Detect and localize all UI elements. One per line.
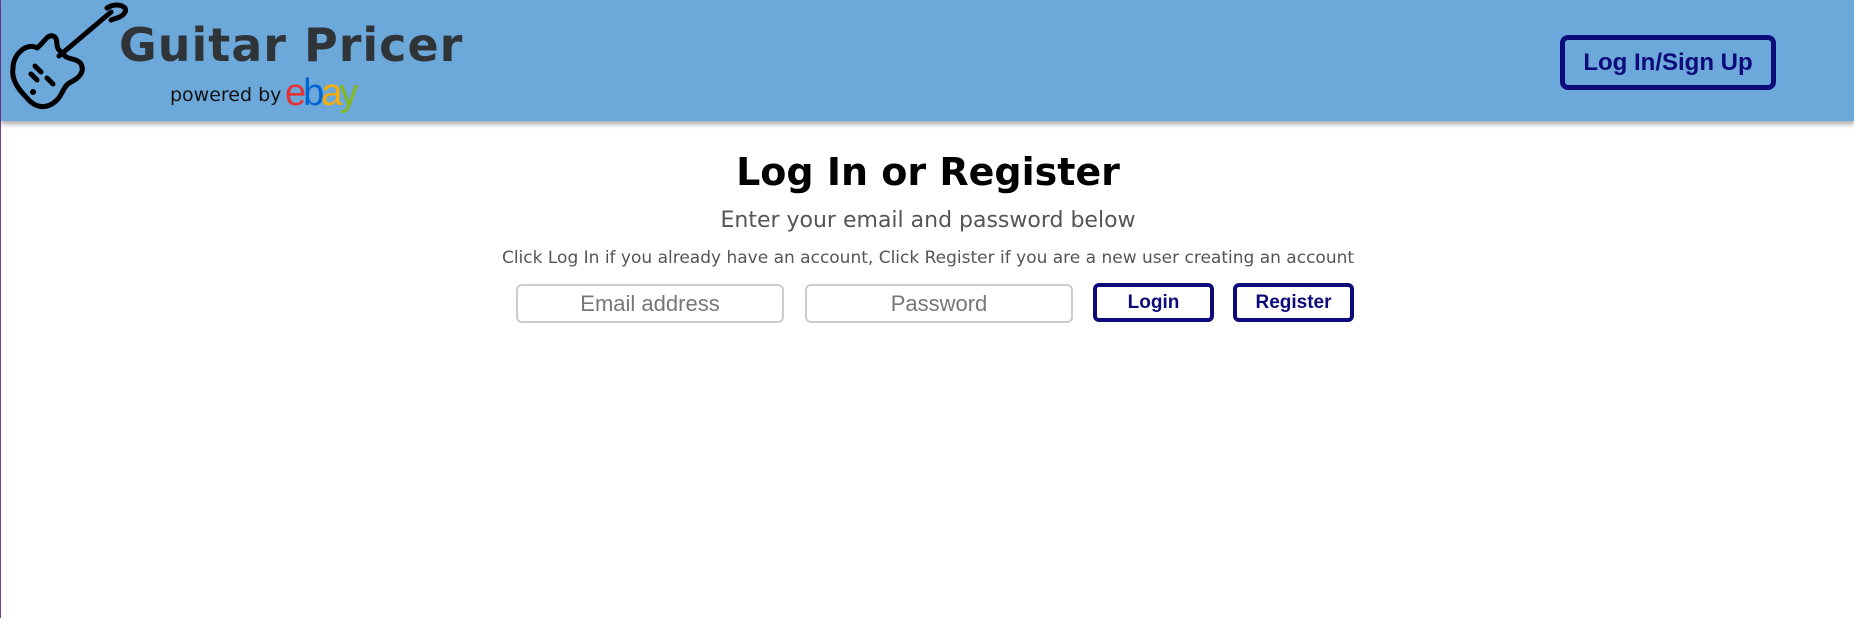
email-field[interactable] — [516, 284, 784, 323]
password-field[interactable] — [805, 284, 1073, 323]
register-button[interactable]: Register — [1233, 283, 1354, 322]
ebay-logo-e: e — [285, 72, 306, 114]
ebay-logo-a: a — [321, 72, 342, 114]
powered-by-label: powered by — [170, 84, 282, 106]
page-title: Log In or Register — [736, 150, 1120, 194]
brand-title[interactable]: Guitar Pricer — [119, 18, 463, 72]
login-signup-button[interactable]: Log In/Sign Up — [1560, 35, 1776, 90]
ebay-logo-y: y — [339, 72, 358, 114]
page-subtitle: Enter your email and password below — [720, 208, 1136, 233]
ebay-logo-b: b — [303, 72, 324, 114]
login-button[interactable]: Login — [1093, 283, 1214, 322]
instructions-text: Click Log In if you already have an acco… — [501, 248, 1355, 268]
page: Guitar Pricer powered by ebay Log In/Sig… — [0, 0, 1854, 618]
header-bar: Guitar Pricer powered by ebay Log In/Sig… — [1, 0, 1854, 121]
electric-guitar-icon[interactable] — [7, 2, 133, 112]
ebay-logo: ebay — [285, 72, 358, 115]
